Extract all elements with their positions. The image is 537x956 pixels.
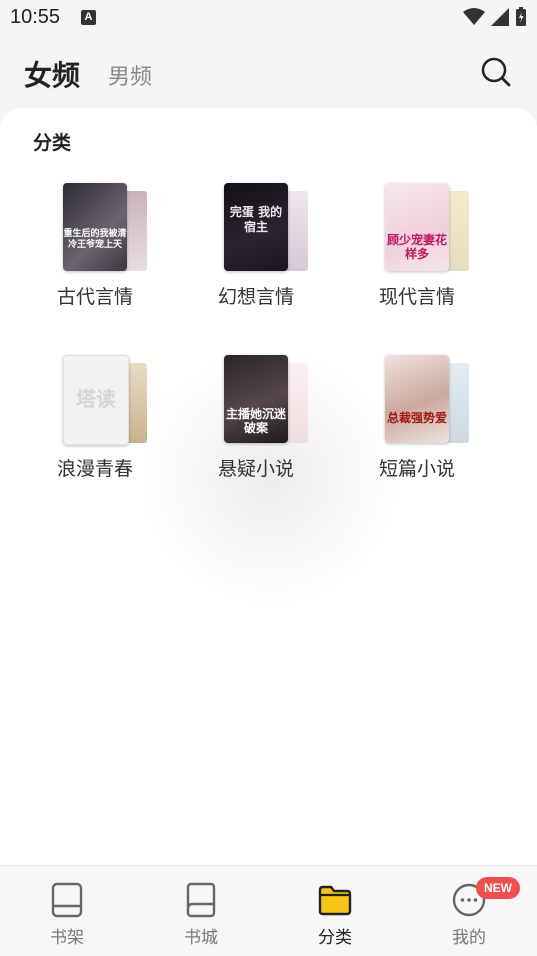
cover-front: 塔读 [63,355,129,445]
bookstore-icon [186,882,216,918]
category-gudai[interactable]: 重生后的我被清冷王爷宠上天 古代言情 [20,183,180,343]
category-label: 悬疑小说 [217,458,294,480]
category-folder-icon [318,885,352,916]
category-covers: 主播她沉迷破案 [224,355,314,445]
category-huanxiang[interactable]: 完蛋 我的宿主 幻想言情 [181,183,341,343]
category-covers: 总裁强势爱 [385,355,475,445]
category-langman[interactable]: 塔读 浪漫青春 [20,355,180,515]
notification-icon: A [81,10,96,25]
bookshelf-icon [51,882,83,918]
tab-label: 分类 [318,928,352,948]
cover-front: 主播她沉迷破案 [224,355,288,443]
cover-front: 总裁强势爱 [385,355,449,443]
cover-title: 主播她沉迷破案 [225,407,286,435]
tab-male[interactable]: 男频 [108,59,152,91]
category-label: 短篇小说 [378,458,455,480]
bottom-tab-bar: 书架 书城 分类 NEW 我的 [0,865,537,956]
status-time: 10:55 [10,6,61,28]
top-nav: 女频 男频 [0,38,537,108]
category-label: 现代言情 [378,286,455,308]
status-bar: 10:55 A [0,0,537,38]
tab-female[interactable]: 女频 [24,54,80,94]
cover-front: 重生后的我被清冷王爷宠上天 [63,183,127,271]
section-title: 分类 [33,132,72,154]
category-covers: 顾少宠妻花样多 [385,183,475,273]
cover-title: 重生后的我被清冷王爷宠上天 [63,229,127,250]
battery-icon [516,7,526,26]
cover-title: 完蛋 我的宿主 [229,205,283,234]
signal-icon [491,8,509,26]
category-xiandai[interactable]: 顾少宠妻花样多 现代言情 [342,183,502,343]
category-covers: 完蛋 我的宿主 [224,183,314,273]
category-xuanyi[interactable]: 主播她沉迷破案 悬疑小说 [181,355,341,515]
cover-title: 顾少宠妻花样多 [386,233,447,261]
tab-category[interactable]: 分类 [268,866,402,956]
category-duanpian[interactable]: 总裁强势爱 短篇小说 [342,355,502,515]
new-badge: NEW [476,877,520,899]
tab-label: 书架 [50,928,84,948]
category-covers: 塔读 [63,355,153,445]
category-label: 幻想言情 [217,286,294,308]
search-icon[interactable] [480,56,512,88]
cover-front: 顾少宠妻花样多 [385,183,449,271]
category-label: 古代言情 [56,286,133,308]
cover-front: 完蛋 我的宿主 [224,183,288,271]
tab-label: 书城 [184,928,218,948]
wifi-icon [463,8,485,25]
tab-bookstore[interactable]: 书城 [134,866,268,956]
category-panel: 分类 重生后的我被清冷王爷宠上天 古代言情 完蛋 我的宿主 幻想言情 顾少宠妻花… [0,108,537,865]
category-covers: 重生后的我被清冷王爷宠上天 [63,183,153,273]
tab-profile[interactable]: NEW 我的 [402,866,536,956]
cover-title: 总裁强势爱 [386,411,447,425]
tab-bookshelf[interactable]: 书架 [0,866,134,956]
tab-label: 我的 [452,928,486,948]
category-label: 浪漫青春 [56,458,133,480]
cover-title: 塔读 [76,387,116,411]
status-icons [463,7,527,27]
